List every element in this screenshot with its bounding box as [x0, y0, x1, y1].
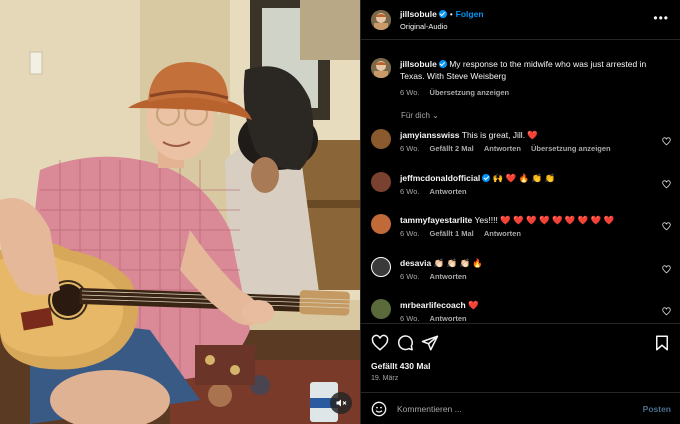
translate-link[interactable]: Übersetzung anzeigen	[531, 144, 611, 153]
comment-age: 6 Wo.	[400, 187, 420, 196]
comment-avatar[interactable]	[371, 299, 391, 319]
comment-text: Yes!!!! ❤️ ❤️ ❤️ ❤️ ❤️ ❤️ ❤️ ❤️ ❤️	[474, 215, 615, 225]
comment-text: 🙌 ❤️ 🔥 👏 👏	[492, 173, 556, 183]
share-icon[interactable]	[421, 334, 439, 352]
audio-link[interactable]: Original-Audio	[400, 21, 484, 33]
comment-age: 6 Wo.	[400, 144, 420, 153]
reply-button[interactable]: Antworten	[430, 187, 467, 196]
heart-icon[interactable]	[662, 137, 671, 146]
reply-button[interactable]: Antworten	[484, 144, 521, 153]
mute-button[interactable]	[330, 392, 352, 414]
comment-text: 👏🏻 👏🏻 👏🏻 🔥	[433, 258, 483, 268]
comment-username[interactable]: jeffmcdonaldofficial	[400, 173, 480, 183]
comment-username[interactable]: tammyfayestarlite	[400, 215, 472, 225]
sort-label: Für dich	[401, 111, 430, 120]
comment-avatar[interactable]	[371, 214, 391, 234]
comment-username[interactable]: jamyiansswiss	[400, 130, 460, 140]
reply-button[interactable]: Antworten	[430, 272, 467, 281]
post-comment-button[interactable]: Posten	[643, 404, 671, 414]
comment-age: 6 Wo.	[400, 272, 420, 281]
comment-input[interactable]	[397, 403, 643, 414]
verified-badge-icon	[438, 60, 447, 68]
author-avatar[interactable]	[371, 9, 391, 30]
comment-item: desavia 👏🏻 👏🏻 👏🏻 🔥 6 Wo. Antworten	[371, 257, 671, 281]
comment-avatar[interactable]	[371, 257, 391, 277]
post-header: jillsobule • Folgen Original-Audio •••	[361, 0, 680, 40]
heart-icon[interactable]	[662, 222, 671, 231]
comment-text: ❤️	[468, 300, 479, 310]
caption-age: 6 Wo.	[400, 88, 420, 97]
verified-badge-icon	[482, 174, 491, 182]
comment-age: 6 Wo.	[400, 229, 420, 238]
comment-likes[interactable]: Gefällt 1 Mal	[430, 229, 474, 238]
mute-icon	[336, 399, 347, 407]
comments-scroll-area[interactable]: jillsobule My response to the midwife wh…	[361, 41, 680, 322]
reply-button[interactable]: Antworten	[484, 229, 521, 238]
video-player[interactable]	[0, 0, 360, 424]
follow-button[interactable]: Folgen	[456, 9, 484, 19]
comment-sort-dropdown[interactable]: Für dich ⌄	[401, 111, 439, 120]
comment-item: jeffmcdonaldofficial 🙌 ❤️ 🔥 👏 👏 6 Wo. An…	[371, 172, 671, 196]
video-frame	[0, 0, 360, 424]
reply-button[interactable]: Antworten	[430, 314, 467, 322]
heart-icon[interactable]	[662, 265, 671, 274]
comment-item: mrbearlifecoach ❤️ 6 Wo. Antworten	[371, 299, 671, 322]
more-options-icon[interactable]: •••	[653, 12, 669, 24]
comment-avatar[interactable]	[371, 129, 391, 149]
bookmark-icon[interactable]	[653, 334, 671, 352]
heart-icon[interactable]	[371, 334, 389, 352]
verified-badge-icon	[438, 9, 447, 18]
caption-avatar[interactable]	[371, 58, 391, 78]
post-caption: jillsobule My response to the midwife wh…	[371, 58, 671, 97]
translate-link[interactable]: Übersetzung anzeigen	[430, 88, 510, 97]
comment-item: jamyiansswiss This is great, Jill. ❤️ 6 …	[371, 129, 671, 153]
like-count[interactable]: Gefällt 430 Mal	[371, 361, 431, 371]
emoji-icon[interactable]	[371, 401, 387, 417]
comment-username[interactable]: desavia	[400, 258, 431, 268]
post-side-panel: jillsobule • Folgen Original-Audio ••• jil…	[360, 0, 680, 424]
chevron-down-icon: ⌄	[432, 111, 439, 120]
caption-username[interactable]: jillsobule	[400, 59, 437, 69]
heart-icon[interactable]	[662, 307, 671, 316]
comment-avatar[interactable]	[371, 172, 391, 192]
author-username[interactable]: jillsobule	[400, 9, 437, 19]
comment-composer: Posten	[361, 392, 680, 424]
comment-item: tammyfayestarlite Yes!!!! ❤️ ❤️ ❤️ ❤️ ❤️…	[371, 214, 671, 238]
heart-icon[interactable]	[662, 180, 671, 189]
comment-icon[interactable]	[396, 334, 414, 352]
post-date: 19. März	[371, 375, 399, 382]
comment-text: This is great, Jill. ❤️	[461, 130, 539, 140]
comment-username[interactable]: mrbearlifecoach	[400, 300, 466, 310]
comment-age: 6 Wo.	[400, 314, 420, 322]
comment-likes[interactable]: Gefällt 2 Mal	[430, 144, 474, 153]
